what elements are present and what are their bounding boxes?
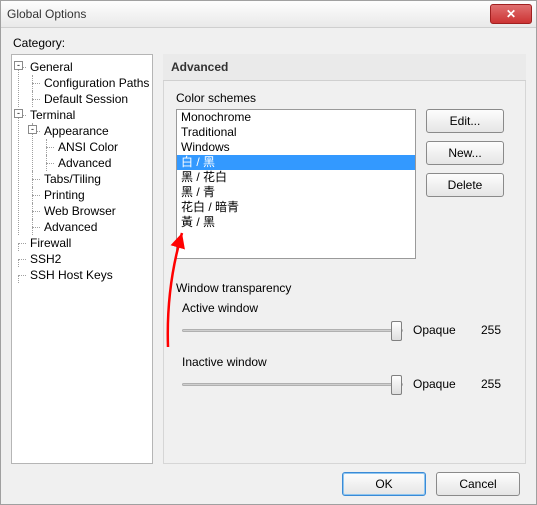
titlebar: Global Options ✕	[1, 1, 536, 28]
tree-item-ssh-host-keys[interactable]: SSH Host Keys	[28, 268, 115, 282]
tree-toggle-terminal[interactable]: -	[14, 109, 23, 118]
color-schemes-listbox[interactable]: MonochromeTraditionalWindows白 / 黑黑 / 花白黑…	[176, 109, 416, 259]
tree-toggle-appearance[interactable]: -	[28, 125, 37, 134]
tree-item-advanced-appearance[interactable]: Advanced	[56, 156, 113, 170]
active-window-value: 255	[481, 323, 513, 337]
settings-panel: Advanced Color schemes MonochromeTraditi…	[163, 54, 526, 464]
scheme-item[interactable]: Windows	[177, 140, 415, 155]
tree-item-firewall[interactable]: Firewall	[28, 236, 73, 250]
new-button[interactable]: New...	[426, 141, 504, 165]
scheme-item[interactable]: 黃 / 黑	[177, 215, 415, 230]
slider-thumb[interactable]	[391, 321, 402, 341]
slider-track	[182, 383, 403, 386]
tree-item-appearance[interactable]: Appearance	[42, 124, 111, 138]
color-schemes-label: Color schemes	[176, 91, 513, 105]
close-icon: ✕	[506, 7, 516, 21]
active-window-label: Active window	[182, 301, 513, 315]
window-title: Global Options	[7, 7, 86, 21]
inactive-window-label: Inactive window	[182, 355, 513, 369]
scheme-item[interactable]: 黑 / 花白	[177, 170, 415, 185]
slider-thumb[interactable]	[391, 375, 402, 395]
scheme-item[interactable]: Monochrome	[177, 110, 415, 125]
edit-button[interactable]: Edit...	[426, 109, 504, 133]
panel-title: Advanced	[163, 54, 526, 81]
active-window-slider[interactable]	[182, 319, 403, 341]
delete-button[interactable]: Delete	[426, 173, 504, 197]
scheme-item[interactable]: Traditional	[177, 125, 415, 140]
scheme-item[interactable]: 白 / 黑	[177, 155, 415, 170]
inactive-window-value: 255	[481, 377, 513, 391]
scheme-item[interactable]: 花白 / 暗青	[177, 200, 415, 215]
tree-item-default-session[interactable]: Default Session	[42, 92, 130, 106]
tree-item-printing[interactable]: Printing	[42, 188, 87, 202]
tree-item-config-paths[interactable]: Configuration Paths	[42, 76, 151, 90]
opaque-label: Opaque	[413, 377, 471, 391]
cancel-button[interactable]: Cancel	[436, 472, 520, 496]
tree-item-tabs-tiling[interactable]: Tabs/Tiling	[42, 172, 103, 186]
tree-item-terminal[interactable]: Terminal	[28, 108, 77, 122]
dialog-window: Global Options ✕ Category: - General Con…	[0, 0, 537, 505]
tree-item-web-browser[interactable]: Web Browser	[42, 204, 118, 218]
tree-item-ansi-color[interactable]: ANSI Color	[56, 140, 120, 154]
tree-item-general[interactable]: General	[28, 60, 75, 74]
category-label: Category:	[13, 36, 526, 50]
close-button[interactable]: ✕	[490, 4, 532, 24]
ok-button[interactable]: OK	[342, 472, 426, 496]
tree-toggle-general[interactable]: -	[14, 61, 23, 70]
inactive-window-slider[interactable]	[182, 373, 403, 395]
tree-item-ssh2[interactable]: SSH2	[28, 252, 63, 266]
dialog-footer: OK Cancel	[11, 464, 526, 496]
transparency-label: Window transparency	[176, 281, 513, 295]
tree-item-advanced-terminal[interactable]: Advanced	[42, 220, 99, 234]
category-tree[interactable]: - General Configuration Paths Default Se…	[11, 54, 153, 464]
opaque-label: Opaque	[413, 323, 471, 337]
scheme-item[interactable]: 黑 / 青	[177, 185, 415, 200]
slider-track	[182, 329, 403, 332]
